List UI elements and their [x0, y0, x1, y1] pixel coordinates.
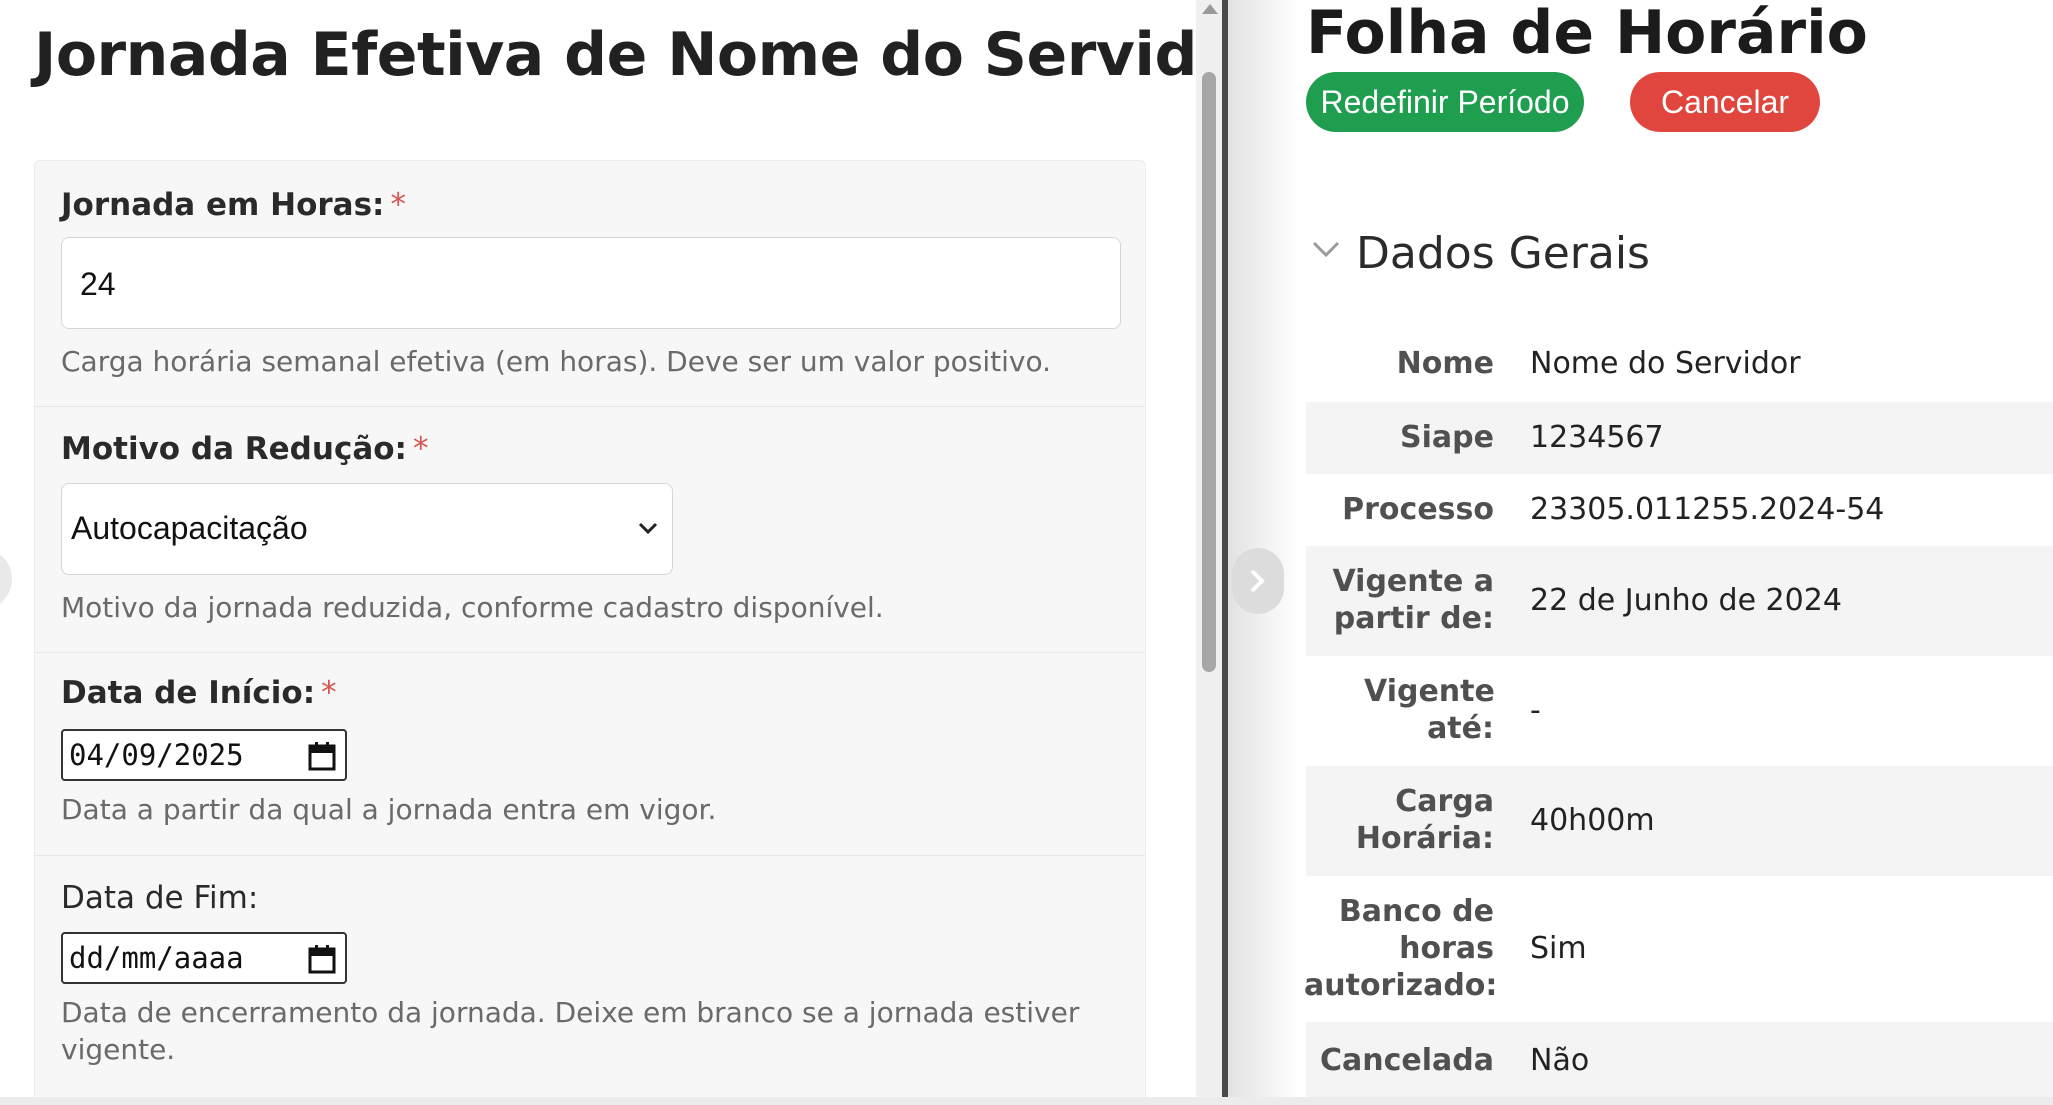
motivo-select[interactable]: Autocapacitação [61, 483, 673, 575]
left-collapse-handle[interactable] [0, 548, 12, 610]
redefinir-periodo-button[interactable]: Redefinir Período [1306, 72, 1584, 132]
motivo-selected-value: Autocapacitação [71, 510, 308, 546]
form-card: Jornada em Horas: * 24 Carga horária sema… [34, 160, 1146, 1097]
page-title: Jornada Efetiva de Nome do Servidor [34, 20, 1222, 90]
folha-horario-pane: Folha de Horário Redefinir Período Cance… [1228, 0, 2053, 1097]
data-inicio-value: 04/09/2025 [69, 738, 244, 772]
scroll-up-arrow-icon[interactable] [1202, 4, 1218, 14]
data-inicio-field-group: Data de Início: * 04/09/2025 Data a parti… [35, 652, 1145, 855]
calendar-icon[interactable] [307, 943, 337, 975]
data-fim-input[interactable]: dd/mm/aaaa [61, 932, 347, 984]
data-fim-label: Data de Fim: [61, 880, 259, 916]
motivo-help-text: Motivo da jornada reduzida, conforme cad… [61, 591, 884, 624]
data-fim-placeholder: dd/mm/aaaa [69, 941, 244, 975]
jornada-horas-input[interactable]: 24 [61, 237, 1121, 329]
expand-pane-handle[interactable] [1232, 548, 1284, 614]
data-fim-field-group: Data de Fim: dd/mm/aaaa Data de encerram… [35, 855, 1145, 1097]
row-label: Carga Horária: [1355, 784, 1494, 856]
motivo-label: Motivo da Redução: * [61, 431, 429, 467]
row-label: Banco de horas autorizado: [1304, 894, 1498, 1003]
scrollbar-thumb[interactable] [1202, 72, 1216, 672]
row-label: Vigente até: [1364, 674, 1495, 746]
row-label: Cancelada [1320, 1043, 1494, 1078]
chevron-down-icon[interactable] [1306, 228, 1346, 268]
required-mark: * [412, 431, 429, 467]
bottom-border [0, 1097, 2053, 1105]
row-value: Sim [1530, 931, 1587, 966]
row-processo: Processo 23305.011255.2024-54 [1306, 474, 2053, 546]
motivo-field-group: Motivo da Redução: * Autocapacitação Moti… [35, 406, 1145, 652]
jornada-help-text: Carga horária semanal efetiva (em horas)… [61, 345, 1051, 378]
jornada-field-group: Jornada em Horas: * 24 Carga horária sema… [35, 161, 1145, 406]
chevron-down-icon [638, 522, 658, 535]
data-inicio-input[interactable]: 04/09/2025 [61, 729, 347, 781]
jornada-form-pane: Jornada Efetiva de Nome do Servidor Jorn… [0, 0, 1222, 1097]
row-value: Não [1530, 1043, 1590, 1078]
data-inicio-help-text: Data a partir da qual a jornada entra em… [61, 793, 717, 826]
row-cancelada: Cancelada Não [1306, 1022, 2053, 1097]
row-carga-horaria: Carga Horária: 40h00m [1306, 766, 2053, 876]
jornada-horas-value: 24 [80, 266, 116, 302]
row-label: Nome [1396, 346, 1494, 381]
row-label: Processo [1342, 492, 1494, 527]
row-vigente-fim: Vigente até: - [1306, 656, 2053, 766]
row-value: - [1530, 693, 1541, 728]
section-title-dados-gerais: Dados Gerais [1356, 228, 1650, 279]
cancelar-button[interactable]: Cancelar [1630, 72, 1820, 132]
chevron-right-icon [1250, 569, 1265, 593]
calendar-icon[interactable] [307, 740, 337, 772]
row-value: 23305.011255.2024-54 [1530, 492, 1885, 527]
row-banco-horas: Banco de horas autorizado: Sim [1304, 876, 2053, 1022]
row-value: Nome do Servidor [1530, 346, 1801, 381]
required-mark: * [390, 187, 406, 223]
data-fim-help-text: Data de encerramento da jornada. Deixe e… [61, 996, 1080, 1066]
row-siape: Siape 1234567 [1306, 402, 2053, 474]
row-vigente-inicio: Vigente a partir de: 22 de Junho de 2024 [1306, 546, 2053, 656]
row-value: 40h00m [1530, 803, 1655, 838]
row-value: 22 de Junho de 2024 [1530, 583, 1842, 618]
data-inicio-label: Data de Início: * [61, 675, 337, 711]
jornada-label: Jornada em Horas: * [61, 187, 406, 223]
row-value: 1234567 [1530, 420, 1664, 455]
sheet-title: Folha de Horário [1306, 0, 1868, 68]
row-label: Siape [1400, 420, 1494, 455]
row-label: Vigente a partir de: [1332, 564, 1494, 636]
required-mark: * [321, 675, 337, 711]
row-nome: Nome Nome do Servidor [1306, 330, 2053, 402]
